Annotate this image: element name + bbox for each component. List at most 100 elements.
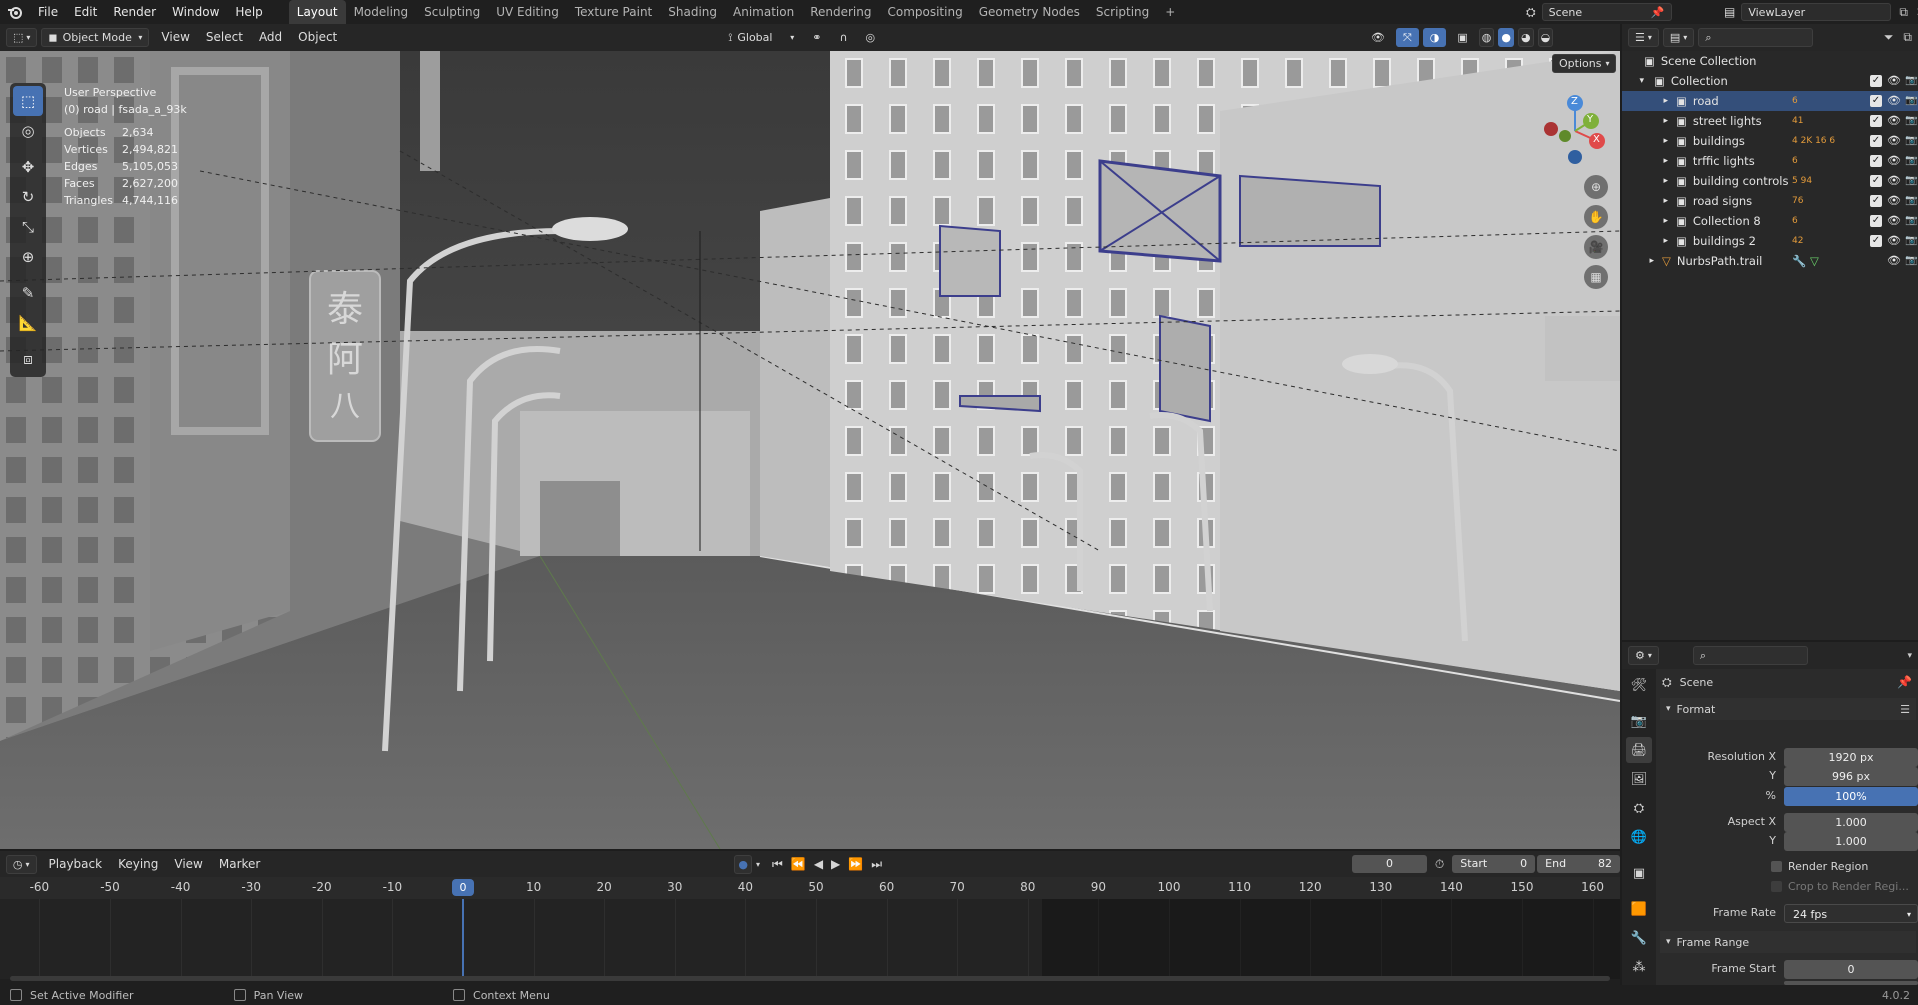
outliner-item[interactable]: ▸ ▣ buildings 2 42 ✓ 👁 📷	[1622, 231, 1918, 251]
resolution-percent-slider[interactable]: 100%	[1784, 787, 1918, 806]
timeline-menu-keying[interactable]: Keying	[110, 855, 166, 874]
pan-hand-icon[interactable]: ✋	[1584, 205, 1608, 229]
current-frame-field[interactable]: 0	[1352, 855, 1427, 873]
expand-arrow-icon[interactable]: ▾	[1622, 76, 1644, 86]
render-camera-icon[interactable]: 📷	[1905, 195, 1918, 207]
render-tab-icon[interactable]: 📷	[1626, 708, 1652, 734]
start-frame-field[interactable]: Start 0	[1452, 855, 1536, 873]
outliner-item[interactable]: ▸ ▣ street lights 41 ✓ 👁 📷	[1622, 111, 1918, 131]
visibility-eye-icon[interactable]: 👁	[1887, 95, 1901, 107]
render-camera-icon[interactable]: 📷	[1905, 155, 1918, 167]
scene-selector[interactable]: ⛭ Scene 📌	[1526, 3, 1672, 21]
scale-tool-icon[interactable]: ⤡	[13, 212, 43, 242]
crop-region-checkbox[interactable]	[1771, 881, 1782, 892]
transform-tool-icon[interactable]: ⊕	[13, 242, 43, 272]
expand-arrow-icon[interactable]: ▸	[1622, 196, 1668, 206]
measure-tool-icon[interactable]: 📐	[13, 308, 43, 338]
visibility-eye-icon[interactable]: 👁	[1887, 115, 1901, 127]
pivot-point-button[interactable]: ⚭	[805, 28, 828, 47]
view-layer-selector[interactable]: ▤ ViewLayer ⧉ ✕	[1724, 3, 1918, 21]
workspace-tab-layout[interactable]: Layout	[288, 0, 346, 24]
render-camera-icon[interactable]: 📷	[1905, 215, 1918, 227]
view-layer-tab-icon[interactable]: 🖼	[1626, 766, 1652, 792]
cursor-tool-icon[interactable]: ◎	[13, 116, 43, 146]
select-box-tool-icon[interactable]: ⬚	[13, 86, 43, 116]
aspect-y-field[interactable]: 1.000	[1784, 832, 1918, 851]
render-camera-icon[interactable]: 📷	[1905, 115, 1918, 127]
transform-orientation-dropdown[interactable]: ⟟ Global ▾	[721, 28, 801, 47]
viewport-menu-select[interactable]: Select	[198, 28, 251, 47]
workspace-tab-compositing[interactable]: Compositing	[879, 0, 970, 24]
exclude-checkbox[interactable]: ✓	[1870, 235, 1882, 247]
frame-start-field[interactable]: 0	[1784, 960, 1918, 979]
frame-range-panel-header[interactable]: ▾ Frame Range	[1660, 931, 1916, 953]
add-workspace-button[interactable]: +	[1157, 0, 1183, 24]
properties-editor-type-button[interactable]: ⚙ ▾	[1628, 646, 1659, 665]
outliner-item[interactable]: ▸ ▣ buildings 4 2K 16 6 ✓ 👁 📷	[1622, 131, 1918, 151]
exclude-checkbox[interactable]: ✓	[1870, 215, 1882, 227]
render-camera-icon[interactable]: 📷	[1905, 95, 1918, 107]
timeline-menu-playback[interactable]: Playback	[41, 855, 111, 874]
annotate-tool-icon[interactable]: ✎	[13, 278, 43, 308]
shading-solid-button[interactable]: ●	[1498, 28, 1515, 47]
timeline-menu-marker[interactable]: Marker	[211, 855, 268, 874]
render-camera-icon[interactable]: 📷	[1905, 255, 1918, 267]
timeline-scrollbar[interactable]	[10, 976, 1610, 981]
shading-wireframe-button[interactable]: ◍	[1478, 28, 1495, 47]
chevron-down-icon[interactable]: ▾	[756, 860, 760, 869]
visibility-eye-icon[interactable]: 👁	[1887, 175, 1901, 187]
visibility-eye-icon[interactable]: 👁	[1887, 235, 1901, 247]
menu-render[interactable]: Render	[105, 0, 164, 24]
jump-start-icon[interactable]: ⏮	[772, 857, 783, 872]
zoom-icon[interactable]: ⊕	[1584, 175, 1608, 199]
timeline-menu-view[interactable]: View	[166, 855, 210, 874]
stopwatch-icon[interactable]: ⏱	[1435, 857, 1444, 872]
workspace-tab-scripting[interactable]: Scripting	[1088, 0, 1157, 24]
visibility-eye-icon[interactable]: 👁	[1887, 135, 1901, 147]
outliner-item[interactable]: ▸ ▣ Collection 8 6 ✓ 👁 📷	[1622, 211, 1918, 231]
playhead-indicator[interactable]: 0	[452, 879, 474, 896]
visibility-eye-icon[interactable]: 👁	[1887, 155, 1901, 167]
auto-keying-toggle[interactable]: ●	[734, 854, 753, 874]
outliner-item[interactable]: ▸ ▣ road signs 76 ✓ 👁 📷	[1622, 191, 1918, 211]
jump-end-icon[interactable]: ⏭	[871, 857, 882, 872]
exclude-checkbox[interactable]: ✓	[1870, 155, 1882, 167]
output-tab-icon[interactable]: 🖨	[1626, 737, 1652, 763]
render-camera-icon[interactable]: 📷	[1905, 75, 1918, 87]
particles-tab-icon[interactable]: ⁂	[1626, 954, 1652, 980]
exclude-checkbox[interactable]: ✓	[1870, 135, 1882, 147]
workspace-tab-sculpting[interactable]: Sculpting	[416, 0, 488, 24]
exclude-checkbox[interactable]: ✓	[1870, 195, 1882, 207]
resolution-y-field[interactable]: 996 px	[1784, 767, 1918, 786]
modifier-tab-icon[interactable]: 🔧	[1626, 925, 1652, 951]
menu-window[interactable]: Window	[164, 0, 227, 24]
world-tab-icon[interactable]: 🌐	[1626, 824, 1652, 850]
shading-material-button[interactable]: ◕	[1518, 28, 1534, 47]
rotate-tool-icon[interactable]: ↻	[13, 182, 43, 212]
expand-arrow-icon[interactable]: ▸	[1622, 136, 1668, 146]
new-collection-icon[interactable]: ⧉	[1903, 30, 1912, 45]
outliner-item[interactable]: ▸ ▣ building controls 5 94 ✓ 👁 📷	[1622, 171, 1918, 191]
menu-file[interactable]: File	[30, 0, 66, 24]
timeline-editor-type-button[interactable]: ◷ ▾	[5, 854, 37, 874]
crop-region-checkbox-row[interactable]: Crop to Render Regi...	[1771, 880, 1909, 893]
expand-arrow-icon[interactable]: ▸	[1622, 236, 1668, 246]
outliner-editor-type-button[interactable]: ☰ ▾	[1628, 28, 1659, 47]
outliner-item-nurbspath[interactable]: ▸ ▽ NurbsPath.trail 🔧 ▽ 👁 📷	[1622, 251, 1918, 271]
shading-rendered-button[interactable]: ◒	[1537, 28, 1554, 47]
workspace-tab-rendering[interactable]: Rendering	[802, 0, 879, 24]
overlay-toggle[interactable]: ◑	[1422, 28, 1447, 47]
visibility-eye-icon[interactable]: 👁	[1887, 255, 1901, 267]
scene-name-field[interactable]: Scene 📌	[1541, 3, 1672, 21]
exclude-checkbox[interactable]: ✓	[1870, 115, 1882, 127]
expand-arrow-icon[interactable]: ▸	[1622, 176, 1668, 186]
menu-edit[interactable]: Edit	[66, 0, 105, 24]
outliner-scene-collection[interactable]: ▣ Scene Collection	[1622, 51, 1918, 71]
visibility-eye-icon[interactable]: 👁	[1887, 195, 1901, 207]
editor-type-button[interactable]: ⬚ ▾	[6, 28, 38, 47]
navigation-gizmo[interactable]: Z X Y	[1535, 91, 1615, 171]
workspace-tab-shading[interactable]: Shading	[660, 0, 725, 24]
mode-dropdown[interactable]: ◼ Object Mode ▾	[41, 28, 150, 47]
workspace-tab-geometry-nodes[interactable]: Geometry Nodes	[971, 0, 1088, 24]
resolution-x-field[interactable]: 1920 px	[1784, 748, 1918, 767]
